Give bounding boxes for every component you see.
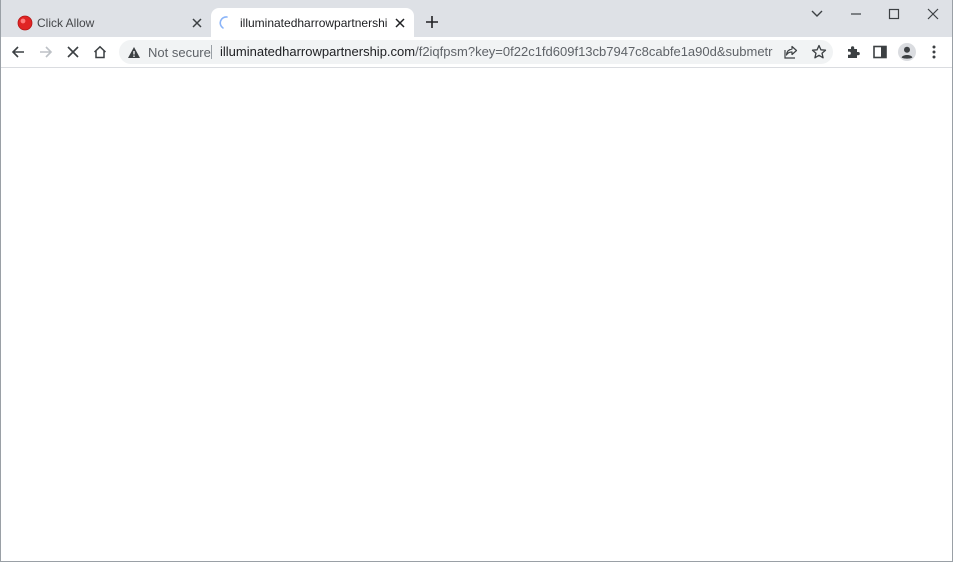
forward-arrow-icon[interactable] [36, 42, 56, 62]
loading-spinner-icon [219, 15, 235, 31]
security-indicator[interactable]: Not secure [127, 44, 211, 60]
not-secure-label: Not secure [148, 44, 211, 60]
tab-title: illuminatedharrowpartnership.com [240, 16, 388, 30]
tab-strip: Click Allow illuminatedharrowpartnership… [1, 0, 952, 37]
more-options-kebab-icon[interactable] [924, 42, 944, 62]
browser-window: Click Allow illuminatedharrowpartnership… [0, 0, 953, 562]
url-host: illuminatedharrowpartnership.com [220, 45, 416, 59]
url-path: /f2iqfpsm?key=0f22c1fd609f13cb7947c8cabf… [415, 45, 773, 59]
back-arrow-icon[interactable] [8, 42, 28, 62]
tab-title: Click Allow [37, 16, 95, 30]
maximize-icon[interactable] [884, 4, 904, 24]
minimize-icon[interactable] [846, 4, 866, 24]
new-tab-plus-icon[interactable] [422, 12, 442, 32]
tab-active-loading[interactable]: illuminatedharrowpartnership.com [211, 8, 414, 37]
profile-avatar-icon[interactable] [897, 42, 917, 62]
home-icon[interactable] [90, 42, 110, 62]
red-circle-icon [17, 15, 33, 31]
page-content-area [1, 68, 952, 561]
warning-triangle-icon [127, 46, 141, 59]
bookmark-star-icon[interactable] [810, 43, 828, 61]
side-panel-icon[interactable] [870, 42, 890, 62]
url-text[interactable]: illuminatedharrowpartnership.com/f2iqfps… [220, 45, 773, 59]
close-tab-icon[interactable] [392, 15, 408, 31]
extensions-puzzle-icon[interactable] [843, 42, 863, 62]
share-icon[interactable] [782, 43, 800, 61]
close-window-icon[interactable] [923, 4, 943, 24]
browser-toolbar: Not secure illuminatedharrowpartnership.… [1, 37, 952, 68]
tab-click-allow[interactable]: Click Allow [9, 8, 209, 37]
omnibox-divider [211, 45, 212, 59]
tab-search-chevron-down-icon[interactable] [807, 4, 827, 24]
stop-loading-icon[interactable] [63, 42, 83, 62]
close-tab-icon[interactable] [189, 15, 205, 31]
address-bar[interactable]: Not secure illuminatedharrowpartnership.… [119, 40, 833, 64]
